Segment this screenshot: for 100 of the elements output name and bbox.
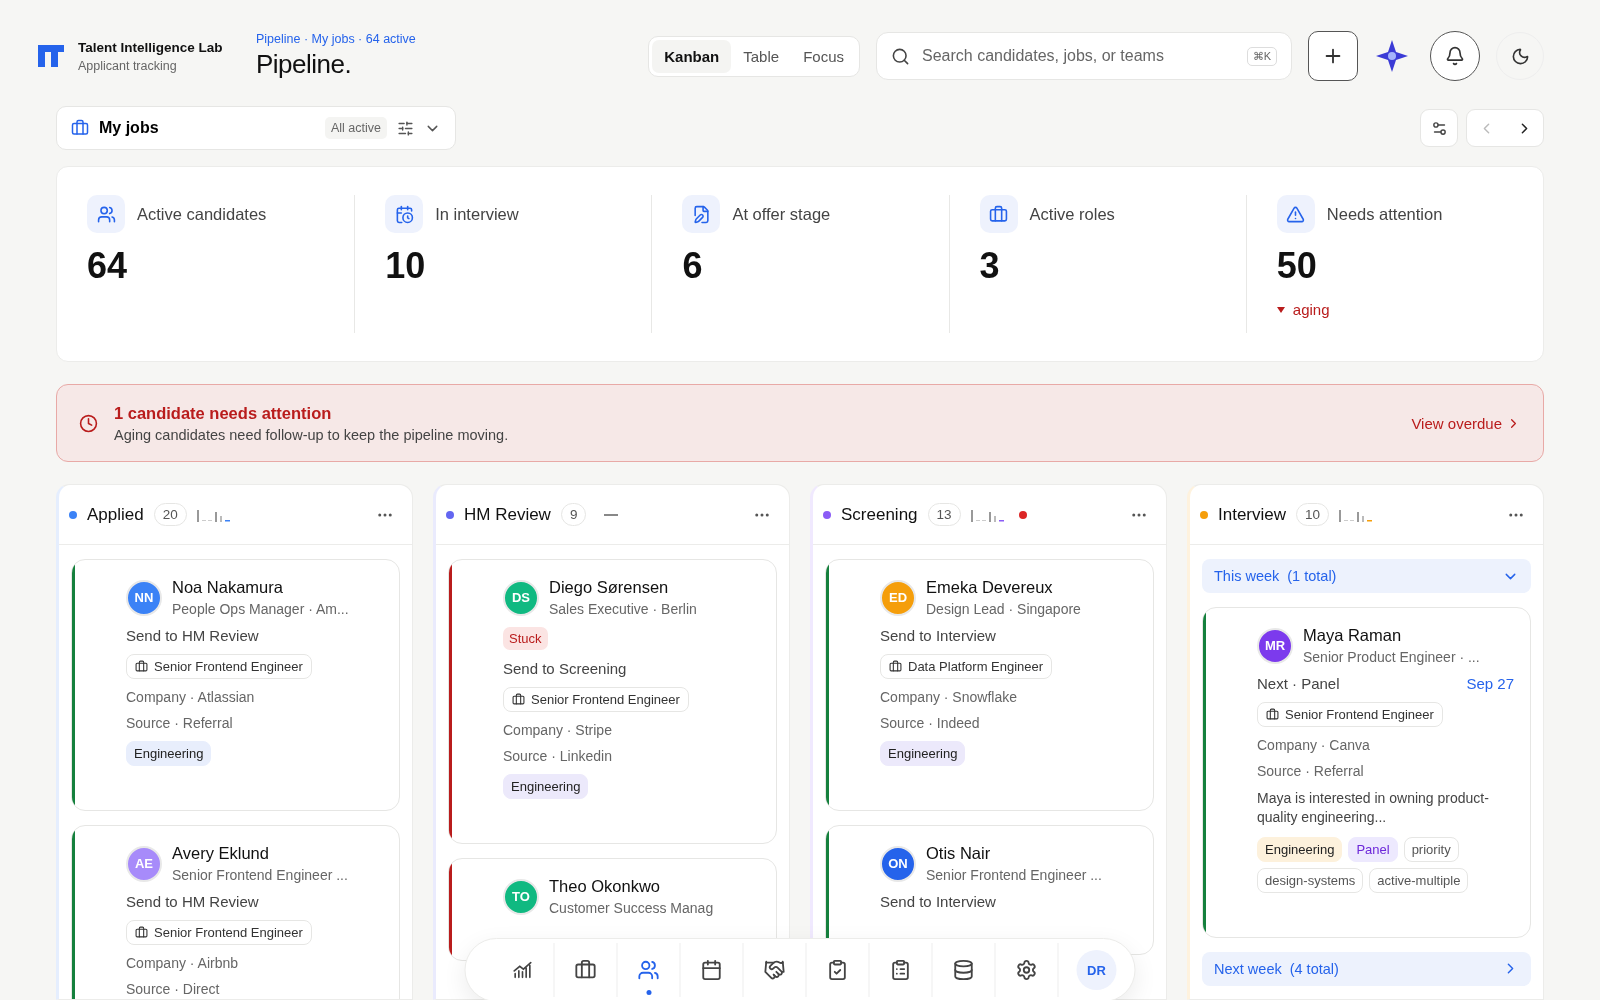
add-button[interactable] [1308,31,1358,81]
next-action: Send to Interview [880,627,997,644]
search-field[interactable]: Search candidates, jobs, or teams [920,46,1237,66]
sliders-icon [397,119,414,137]
candidate-role: Senior Frontend Engineer ... [926,867,1102,883]
source-text: Source · Indeed [880,715,981,731]
sliders-icon [1430,119,1448,137]
next-date: Sep 27 [1466,675,1514,692]
candidate-card[interactable]: NN Noa Nakamura People Ops Manager · Am... Send to HM Review Senior Frontend Engineer Company · Atlassian Source · Referral Engineering [71,559,400,811]
company-text: Company · Airbnb [126,955,240,971]
stat-value: 64 [87,245,129,287]
company-text: Company · Canva [1257,737,1371,753]
tag: Engineering [503,774,589,799]
candidate-card[interactable]: DS Diego Sørensen Sales Executive · Berlin Stuck Send to Screening Senior Frontend Engineer Company · Stripe Source · Linkedin Engineering [448,559,777,844]
candidate-name: Emeka Devereux [926,578,1054,597]
candidate-note: Maya is interested in owning product-quality engineering... [1257,789,1490,827]
search-icon [891,46,910,66]
column-title: HM Review [464,504,551,525]
source-text: Source · Linkedin [503,748,613,764]
user-avatar[interactable]: DR [1076,950,1117,990]
warning-icon [1276,195,1315,233]
avatar: ED [880,579,916,616]
candidate-role: Design Lead · Singapore [926,601,1081,617]
view-overdue-link[interactable]: View overdue [1411,414,1521,432]
avatar: MR [1257,627,1293,664]
tag: Engineering [880,741,966,766]
candidate-name: Theo Okonkwo [549,877,661,896]
tag: Panel [1348,836,1398,862]
jobs-filter[interactable]: My jobs All active [56,106,456,150]
jobs-label: My jobs [99,119,160,137]
source-text: Source · Referral [126,715,234,731]
candidate-role: Senior Frontend Engineer ... [172,867,348,883]
breadcrumb: Pipeline · My jobs · 64 active [256,32,416,46]
job-title: Senior Frontend Engineer [154,659,303,674]
brand-subtitle: Applicant tracking [78,58,178,73]
candidate-name: Otis Nair [926,844,992,863]
tag: active-multiple [1369,867,1469,893]
tag: Engineering [126,741,212,766]
stat-value: 50 [1276,245,1318,287]
week-group-toggle[interactable]: Next week (4 total) [1202,951,1531,986]
candidate-card[interactable]: AE Avery Eklund Senior Frontend Engineer ... Send to HM Review Senior Frontend Engineer Company · Airbnb Source · Direct [71,825,400,999]
candidate-role: People Ops Manager · Am... [172,601,349,617]
source-text: Source · Referral [1257,763,1365,779]
briefcase-icon [889,660,902,673]
column-title: Screening [841,504,918,525]
page-title: Pipeline. [256,49,353,80]
week-group-toggle[interactable]: This week (1 total) [1202,559,1531,593]
candidate-name: Avery Eklund [172,844,270,863]
column-title: Applied [87,504,144,525]
next-action: Send to Interview [880,893,997,910]
status-badge: Stuck [503,627,548,650]
candidate-role: Customer Success Manag [549,900,714,916]
theme-button[interactable] [1496,32,1544,80]
view-tab[interactable]: Focus [791,39,856,73]
job-title: Senior Frontend Engineer [1285,707,1434,722]
scope-label: All active [324,117,387,139]
filter-settings-button[interactable] [1420,109,1458,147]
calendar-clock-icon [385,195,424,233]
company-text: Company · Snowflake [880,689,1018,705]
view-tab[interactable]: Kanban [652,39,732,73]
alert-title: 1 candidate needs attention [114,403,333,423]
stat-value: 3 [979,245,1001,287]
logo-icon [36,43,66,69]
shortcut-key: ⌘K [1246,46,1277,66]
view-tab[interactable]: Table [731,39,792,73]
next-action: Send to HM Review [126,627,260,644]
briefcase-icon [979,195,1018,233]
avatar: AE [126,845,162,882]
briefcase-icon [71,119,89,137]
job-title: Senior Frontend Engineer [531,692,680,707]
candidate-role: Sales Executive · Berlin [549,601,697,617]
briefcase-icon [1266,708,1279,721]
company-text: Company · Stripe [503,722,613,738]
brand-name: Talent Intelligence Lab [78,39,223,55]
candidate-card[interactable]: ED Emeka Devereux Design Lead · Singapore Send to Interview Data Platform Engineer Company · Snowflake Source · Indeed Engineering [825,559,1154,811]
candidate-card[interactable] [1202,607,1531,938]
briefcase-icon [135,926,148,939]
alert-message: Aging candidates need follow-up to keep the pipeline moving. [114,426,510,443]
search-bar[interactable]: Search candidates, jobs, or teams ⌘K [876,32,1292,80]
stat-label: Active roles [1029,204,1115,224]
notifications-button[interactable] [1430,31,1480,81]
avatar: ON [880,845,916,882]
clock-icon [79,413,98,433]
candidate-role: Senior Product Engineer · ... [1303,649,1480,665]
next-action: Send to Screening [503,660,628,677]
briefcase-icon [135,660,148,673]
candidate-name: Maya Raman [1303,626,1403,645]
candidate-name: Diego Sørensen [549,578,670,597]
company-text: Company · Atlassian [126,689,256,705]
tag: Engineering [1257,836,1343,862]
stat-value: 10 [385,245,427,287]
tag: design-systems [1257,867,1364,893]
stat-label: Active candidates [137,204,267,224]
next-action: Send to HM Review [126,893,260,910]
stat-value: 6 [682,245,704,287]
avatar: TO [503,878,539,915]
avatar: NN [126,579,162,616]
candidate-name: Noa Nakamura [172,578,284,597]
stat-delta: aging [1292,301,1330,318]
down-triangle-icon [1276,306,1285,313]
